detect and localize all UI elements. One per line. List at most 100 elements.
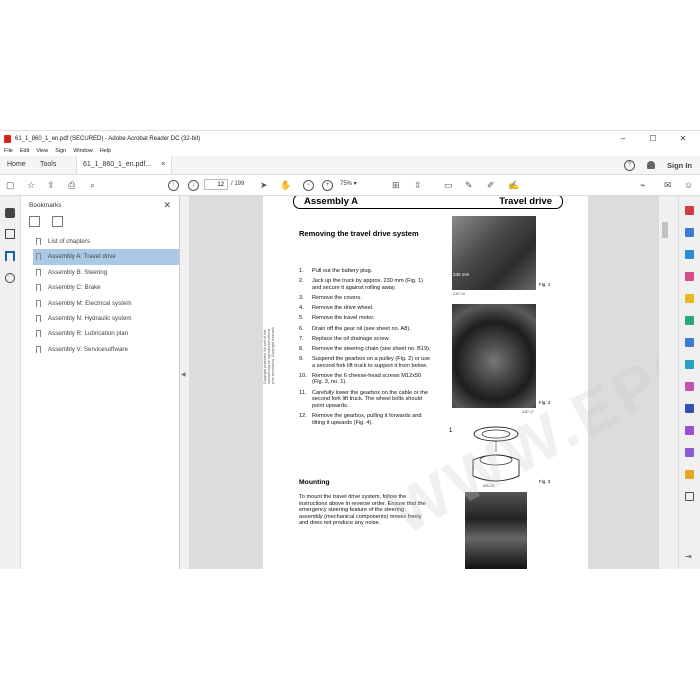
pdf-app-icon [4,134,11,143]
step-item: 1. Pull out the battery plug. [299,268,373,274]
search-zoom-icon[interactable]: ⌕ [90,180,95,190]
tab-document[interactable]: 61_1_860_1_en.pdf... × [76,156,173,174]
edit-pdf-icon[interactable] [685,272,694,281]
bookmark-item[interactable]: Assembly M: Electrical system [33,296,179,311]
sign-icon[interactable]: ✍ [508,180,519,190]
bookmarks-panel: Bookmarks ✕ List of chapters Assembly A:… [21,196,180,569]
bookmark-star-icon[interactable]: ☆ [27,180,35,190]
tab-home[interactable]: Home [7,156,26,174]
step-item: 11. Carefully lower the gearbox on the ca… [299,389,428,409]
bookmark-label: Assembly N: Hydraulic system [48,314,132,322]
bookmark-item[interactable]: Assembly R: Lubrication plan [33,326,179,341]
bookmarks-panel-icon[interactable] [5,251,15,261]
more-tools-icon[interactable] [685,492,694,501]
bookmark-label: List of chapters [48,238,90,245]
tab-bar: Home Tools 61_1_860_1_en.pdf... × ? Sign… [0,156,700,175]
step-item: 10. Remove the 6 cheese-head screws M12x5… [299,372,422,386]
lock-icon[interactable] [5,208,15,218]
document-viewport[interactable]: Assembly A Travel drive Copyright protec… [189,196,659,569]
bookmark-label: Assembly B: Steering [48,268,108,276]
search-tools-icon[interactable] [685,206,694,215]
scan-ocr-icon[interactable] [685,360,694,369]
zoom-out-icon[interactable]: − [303,180,314,191]
figure-1-photo [452,216,536,290]
user-icon[interactable]: ☺ [684,180,693,190]
minimize-button[interactable]: – [608,131,638,146]
create-pdf-icon[interactable] [685,250,694,259]
maximize-button[interactable]: ☐ [638,131,668,146]
menu-help[interactable]: Help [100,148,111,154]
select-cursor-icon[interactable]: ➤ [260,180,268,190]
window-title: 61_1_860_1_en.pdf (SECURED) - Adobe Acro… [15,135,201,142]
bookmark-icon [36,299,41,307]
scroll-mode-icon[interactable]: ⇳ [414,180,422,190]
upload-icon[interactable]: ⇪ [47,180,55,190]
menu-bar: File Edit View Sign Window Help [0,146,700,156]
left-navigation-rail [0,196,21,569]
tab-tools[interactable]: Tools [40,156,56,174]
notifications-icon[interactable] [647,161,655,169]
close-window-button[interactable]: ✕ [668,131,698,146]
next-page-icon[interactable]: ↓ [188,180,199,191]
page-thumbnails-icon[interactable] [5,229,15,239]
measure-icon[interactable] [685,470,694,479]
step-item: 2. Jack up the truck by approx. 230 mm (F… [299,278,423,291]
comment-icon[interactable]: ▭ [444,180,453,190]
bookmark-item[interactable]: Assembly N: Hydraulic system [33,311,179,326]
comment-tool-icon[interactable] [685,294,694,303]
vertical-scrollbar[interactable] [660,196,670,569]
fill-sign-icon[interactable] [685,382,694,391]
collapse-right-pane-icon[interactable]: ⇥ [685,552,694,561]
close-bookmarks-icon[interactable]: ✕ [163,200,171,211]
organize-pages-icon[interactable] [685,338,694,347]
menu-edit[interactable]: Edit [20,148,29,154]
export-pdf-icon[interactable] [685,228,694,237]
zoom-select[interactable]: 75% ▾ [340,179,376,190]
bookmark-icon [36,330,41,338]
menu-file[interactable]: File [4,148,13,154]
bookmark-options-icon[interactable] [29,216,40,227]
email-icon[interactable]: ✉ [664,180,672,190]
page-number-input[interactable]: 12 [204,179,228,190]
measurement-label: 230 mm [453,272,470,277]
figure-1-code: 3-87.13 [453,292,465,296]
menu-sign[interactable]: Sign [55,148,66,154]
draw-icon[interactable]: ✐ [487,180,495,190]
figure-3-code: 505-23 [483,484,494,488]
bookmark-search-icon[interactable] [52,216,63,227]
previous-page-icon[interactable]: ↑ [168,180,179,191]
fit-page-icon[interactable]: ⊞ [392,180,400,190]
help-icon[interactable]: ? [624,159,635,171]
bookmark-icon [36,345,41,353]
bookmark-item[interactable]: Assembly V: Servicesoftware [33,342,179,357]
prepare-form-icon[interactable] [685,448,694,457]
save-icon[interactable]: ▢ [6,180,15,190]
menu-view[interactable]: View [36,148,48,154]
bookmarks-list: List of chapters Assembly A: Travel driv… [33,234,179,357]
send-for-signature-icon[interactable] [685,426,694,435]
menu-window[interactable]: Window [73,148,93,154]
step-item: 12. Remove the gearbox, pulling it forwar… [299,413,422,426]
share-icon[interactable]: ⌁ [640,180,645,190]
collapse-panel-arrow-icon[interactable]: ◀ [181,371,186,378]
highlight-pen-icon[interactable]: ✎ [465,180,473,190]
step-item: 9. Suspend the gearbox on a pulley (Fig. … [299,356,431,369]
gearbox-drawing-icon [472,426,520,482]
bookmark-item[interactable]: Assembly C: Brake [33,280,179,295]
scrollbar-thumb[interactable] [662,222,668,238]
tab-document-label: 61_1_860_1_en.pdf... [83,161,152,168]
combine-files-icon[interactable] [685,316,694,325]
tab-close-icon[interactable]: × [161,161,165,168]
bookmark-item-selected[interactable]: Assembly A: Travel drive [33,249,179,265]
bookmark-label: Assembly R: Lubrication plan [48,330,129,338]
attachments-icon[interactable] [5,273,15,283]
print-icon[interactable]: ⎙ [68,180,75,190]
bookmark-item[interactable]: List of chapters [33,234,179,249]
sign-in-link[interactable]: Sign In [667,161,692,170]
bookmark-label: Assembly V: Servicesoftware [48,345,128,353]
zoom-in-icon[interactable]: + [322,180,333,191]
bookmark-item[interactable]: Assembly B: Steering [33,265,179,280]
figure-1-label: Fig. 1 [539,282,551,287]
protect-icon[interactable] [685,404,694,413]
hand-tool-icon[interactable]: ✋ [280,180,291,190]
